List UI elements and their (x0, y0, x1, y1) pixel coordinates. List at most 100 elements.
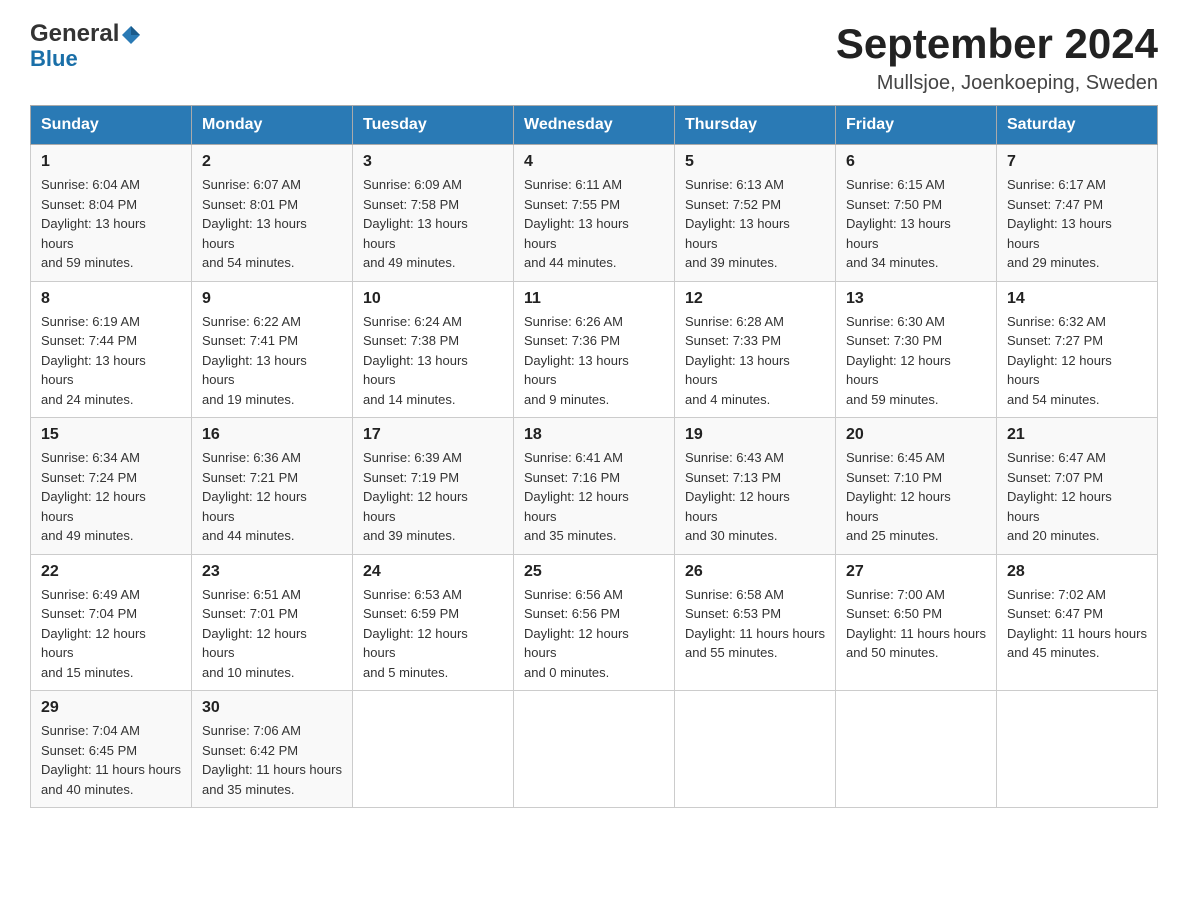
day-number: 5 (685, 153, 825, 171)
calendar-cell (997, 691, 1158, 808)
calendar-cell: 13 Sunrise: 6:30 AMSunset: 7:30 PMDaylig… (836, 281, 997, 418)
sun-info: Sunrise: 6:15 AMSunset: 7:50 PMDaylight:… (846, 177, 951, 270)
day-number: 29 (41, 699, 181, 717)
calendar-cell: 2 Sunrise: 6:07 AMSunset: 8:01 PMDayligh… (192, 145, 353, 282)
day-number: 22 (41, 563, 181, 581)
header-wednesday: Wednesday (514, 106, 675, 145)
header-sunday: Sunday (31, 106, 192, 145)
day-number: 23 (202, 563, 342, 581)
day-number: 30 (202, 699, 342, 717)
day-number: 15 (41, 426, 181, 444)
sun-info: Sunrise: 7:00 AMSunset: 6:50 PMDaylight:… (846, 587, 986, 661)
calendar-cell: 24 Sunrise: 6:53 AMSunset: 6:59 PMDaylig… (353, 554, 514, 691)
day-number: 7 (1007, 153, 1147, 171)
week-row-1: 1 Sunrise: 6:04 AMSunset: 8:04 PMDayligh… (31, 145, 1158, 282)
sun-info: Sunrise: 6:07 AMSunset: 8:01 PMDaylight:… (202, 177, 307, 270)
logo-blue: Blue (30, 46, 78, 72)
sun-info: Sunrise: 6:22 AMSunset: 7:41 PMDaylight:… (202, 314, 307, 407)
day-number: 13 (846, 290, 986, 308)
calendar-cell: 7 Sunrise: 6:17 AMSunset: 7:47 PMDayligh… (997, 145, 1158, 282)
calendar-cell: 28 Sunrise: 7:02 AMSunset: 6:47 PMDaylig… (997, 554, 1158, 691)
week-row-4: 22 Sunrise: 6:49 AMSunset: 7:04 PMDaylig… (31, 554, 1158, 691)
sun-info: Sunrise: 6:45 AMSunset: 7:10 PMDaylight:… (846, 450, 951, 543)
calendar-cell: 27 Sunrise: 7:00 AMSunset: 6:50 PMDaylig… (836, 554, 997, 691)
calendar-cell: 30 Sunrise: 7:06 AMSunset: 6:42 PMDaylig… (192, 691, 353, 808)
sun-info: Sunrise: 6:17 AMSunset: 7:47 PMDaylight:… (1007, 177, 1112, 270)
calendar-cell: 14 Sunrise: 6:32 AMSunset: 7:27 PMDaylig… (997, 281, 1158, 418)
calendar-cell: 12 Sunrise: 6:28 AMSunset: 7:33 PMDaylig… (675, 281, 836, 418)
day-number: 20 (846, 426, 986, 444)
logo: General Blue (30, 20, 142, 72)
sun-info: Sunrise: 6:49 AMSunset: 7:04 PMDaylight:… (41, 587, 146, 680)
calendar-cell: 26 Sunrise: 6:58 AMSunset: 6:53 PMDaylig… (675, 554, 836, 691)
calendar-cell: 9 Sunrise: 6:22 AMSunset: 7:41 PMDayligh… (192, 281, 353, 418)
calendar-cell: 16 Sunrise: 6:36 AMSunset: 7:21 PMDaylig… (192, 418, 353, 555)
logo-text: General (30, 20, 142, 48)
page-subtitle: Mullsjoe, Joenkoeping, Sweden (836, 72, 1158, 95)
day-number: 28 (1007, 563, 1147, 581)
sun-info: Sunrise: 6:26 AMSunset: 7:36 PMDaylight:… (524, 314, 629, 407)
page-title: September 2024 (836, 20, 1158, 68)
sun-info: Sunrise: 6:32 AMSunset: 7:27 PMDaylight:… (1007, 314, 1112, 407)
calendar-cell: 11 Sunrise: 6:26 AMSunset: 7:36 PMDaylig… (514, 281, 675, 418)
calendar-cell: 25 Sunrise: 6:56 AMSunset: 6:56 PMDaylig… (514, 554, 675, 691)
day-number: 24 (363, 563, 503, 581)
calendar-cell: 21 Sunrise: 6:47 AMSunset: 7:07 PMDaylig… (997, 418, 1158, 555)
calendar-cell: 20 Sunrise: 6:45 AMSunset: 7:10 PMDaylig… (836, 418, 997, 555)
sun-info: Sunrise: 7:06 AMSunset: 6:42 PMDaylight:… (202, 723, 342, 797)
sun-info: Sunrise: 6:56 AMSunset: 6:56 PMDaylight:… (524, 587, 629, 680)
sun-info: Sunrise: 6:51 AMSunset: 7:01 PMDaylight:… (202, 587, 307, 680)
day-number: 12 (685, 290, 825, 308)
sun-info: Sunrise: 6:43 AMSunset: 7:13 PMDaylight:… (685, 450, 790, 543)
sun-info: Sunrise: 7:04 AMSunset: 6:45 PMDaylight:… (41, 723, 181, 797)
day-number: 18 (524, 426, 664, 444)
day-number: 17 (363, 426, 503, 444)
sun-info: Sunrise: 6:58 AMSunset: 6:53 PMDaylight:… (685, 587, 825, 661)
header-monday: Monday (192, 106, 353, 145)
day-number: 26 (685, 563, 825, 581)
calendar-cell: 19 Sunrise: 6:43 AMSunset: 7:13 PMDaylig… (675, 418, 836, 555)
day-number: 25 (524, 563, 664, 581)
sun-info: Sunrise: 7:02 AMSunset: 6:47 PMDaylight:… (1007, 587, 1147, 661)
sun-info: Sunrise: 6:39 AMSunset: 7:19 PMDaylight:… (363, 450, 468, 543)
day-number: 14 (1007, 290, 1147, 308)
calendar-cell: 4 Sunrise: 6:11 AMSunset: 7:55 PMDayligh… (514, 145, 675, 282)
calendar-cell: 22 Sunrise: 6:49 AMSunset: 7:04 PMDaylig… (31, 554, 192, 691)
header-friday: Friday (836, 106, 997, 145)
calendar-cell: 8 Sunrise: 6:19 AMSunset: 7:44 PMDayligh… (31, 281, 192, 418)
sun-info: Sunrise: 6:09 AMSunset: 7:58 PMDaylight:… (363, 177, 468, 270)
sun-info: Sunrise: 6:11 AMSunset: 7:55 PMDaylight:… (524, 177, 629, 270)
sun-info: Sunrise: 6:30 AMSunset: 7:30 PMDaylight:… (846, 314, 951, 407)
day-number: 1 (41, 153, 181, 171)
calendar-cell: 18 Sunrise: 6:41 AMSunset: 7:16 PMDaylig… (514, 418, 675, 555)
calendar-cell: 15 Sunrise: 6:34 AMSunset: 7:24 PMDaylig… (31, 418, 192, 555)
day-number: 9 (202, 290, 342, 308)
calendar-cell: 5 Sunrise: 6:13 AMSunset: 7:52 PMDayligh… (675, 145, 836, 282)
day-number: 4 (524, 153, 664, 171)
weekday-header-row: Sunday Monday Tuesday Wednesday Thursday… (31, 106, 1158, 145)
sun-info: Sunrise: 6:47 AMSunset: 7:07 PMDaylight:… (1007, 450, 1112, 543)
day-number: 11 (524, 290, 664, 308)
calendar-cell (836, 691, 997, 808)
calendar-cell: 17 Sunrise: 6:39 AMSunset: 7:19 PMDaylig… (353, 418, 514, 555)
sun-info: Sunrise: 6:19 AMSunset: 7:44 PMDaylight:… (41, 314, 146, 407)
calendar-cell: 1 Sunrise: 6:04 AMSunset: 8:04 PMDayligh… (31, 145, 192, 282)
sun-info: Sunrise: 6:28 AMSunset: 7:33 PMDaylight:… (685, 314, 790, 407)
day-number: 27 (846, 563, 986, 581)
calendar-cell: 29 Sunrise: 7:04 AMSunset: 6:45 PMDaylig… (31, 691, 192, 808)
calendar-cell: 3 Sunrise: 6:09 AMSunset: 7:58 PMDayligh… (353, 145, 514, 282)
sun-info: Sunrise: 6:34 AMSunset: 7:24 PMDaylight:… (41, 450, 146, 543)
day-number: 19 (685, 426, 825, 444)
day-number: 21 (1007, 426, 1147, 444)
calendar-cell: 10 Sunrise: 6:24 AMSunset: 7:38 PMDaylig… (353, 281, 514, 418)
sun-info: Sunrise: 6:04 AMSunset: 8:04 PMDaylight:… (41, 177, 146, 270)
sun-info: Sunrise: 6:53 AMSunset: 6:59 PMDaylight:… (363, 587, 468, 680)
calendar-cell (514, 691, 675, 808)
title-block: September 2024 Mullsjoe, Joenkoeping, Sw… (836, 20, 1158, 95)
week-row-2: 8 Sunrise: 6:19 AMSunset: 7:44 PMDayligh… (31, 281, 1158, 418)
day-number: 10 (363, 290, 503, 308)
calendar-table: Sunday Monday Tuesday Wednesday Thursday… (30, 105, 1158, 808)
logo-flag-icon (120, 21, 142, 47)
header-saturday: Saturday (997, 106, 1158, 145)
day-number: 8 (41, 290, 181, 308)
